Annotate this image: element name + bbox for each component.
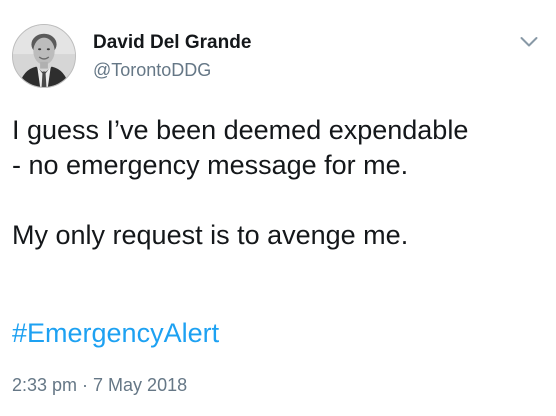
author-name[interactable]: David Del Grande [93, 32, 251, 54]
hashtag-link[interactable]: #EmergencyAlert [12, 316, 219, 351]
avatar[interactable] [12, 24, 76, 88]
avatar-photo [13, 25, 75, 87]
tweet-card: David Del Grande @TorontoDDG I guess I’v… [0, 0, 556, 416]
chevron-down-icon[interactable] [520, 36, 538, 48]
author-handle[interactable]: @TorontoDDG [93, 59, 211, 81]
tweet-text-line-3: My only request is to avenge me. [12, 220, 409, 250]
tweet-text-line-2: - no emergency message for me. [12, 150, 409, 180]
tweet-text: I guess I’ve been deemed expendable - no… [12, 113, 548, 253]
tweet-text-line-1: I guess I’ve been deemed expendable [12, 115, 469, 145]
tweet-timestamp[interactable]: 2:33 pm · 7 May 2018 [12, 374, 187, 396]
